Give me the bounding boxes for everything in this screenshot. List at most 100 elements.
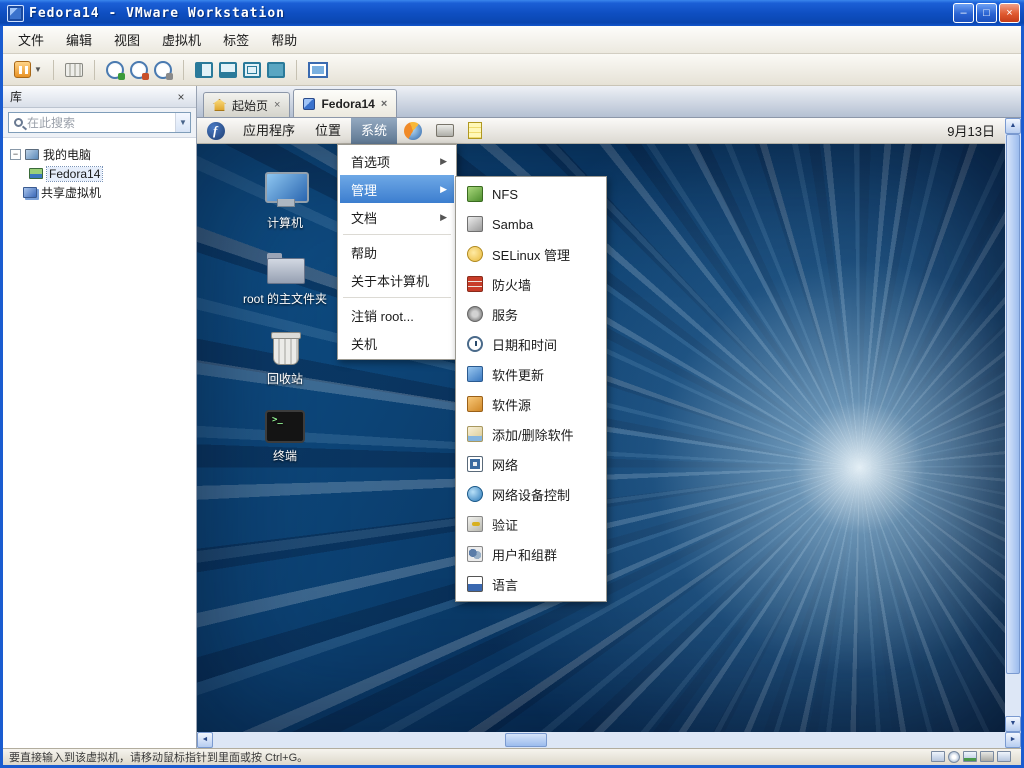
scroll-up-button[interactable]: ▲ — [1005, 118, 1021, 134]
send-ctrl-alt-del-button[interactable] — [62, 61, 86, 79]
admin-item-samba[interactable]: Samba — [458, 209, 604, 239]
admin-item-firewall[interactable]: 防火墙 — [458, 269, 604, 299]
firewall-icon — [467, 276, 483, 292]
menu-view[interactable]: 视图 — [103, 26, 151, 53]
usb-status-icon[interactable] — [997, 751, 1011, 762]
system-menu-item-logout[interactable]: 注销 root... — [340, 301, 454, 329]
sound-status-icon[interactable] — [980, 751, 994, 762]
network-device-icon — [467, 486, 483, 502]
desktop-icon-terminal[interactable]: 终端 — [225, 410, 345, 464]
administration-submenu: NFS Samba SELinux 管理 防火墙 服务 日期和时间 软件更新 软… — [455, 176, 607, 602]
unity-view-button[interactable] — [264, 60, 288, 80]
search-dropdown-button[interactable]: ▼ — [175, 113, 190, 132]
cdrom-status-icon[interactable] — [948, 751, 960, 763]
tree-item-my-computer[interactable]: − 我的电脑 — [7, 145, 192, 164]
search-box[interactable]: ▼ — [8, 112, 191, 133]
tab-fedora14[interactable]: Fedora14 × — [293, 89, 398, 117]
revert-snapshot-button[interactable] — [127, 59, 151, 81]
system-menu-item-preferences[interactable]: 首选项 ▶ — [340, 147, 454, 175]
menu-edit[interactable]: 编辑 — [55, 26, 103, 53]
admin-item-label: SELinux 管理 — [492, 247, 571, 263]
tab-home[interactable]: 起始页 × — [203, 92, 291, 117]
show-thumbnail-bar-button[interactable] — [216, 60, 240, 80]
tab-close-icon[interactable]: × — [381, 98, 387, 110]
search-input[interactable] — [27, 115, 175, 130]
snapshot-manager-button[interactable] — [151, 59, 175, 81]
status-bar: 要直接输入到该虚拟机，请移动鼠标指针到里面或按 Ctrl+G。 — [3, 748, 1021, 765]
window-controls: – □ × — [953, 3, 1020, 23]
admin-item-software-sources[interactable]: 软件源 — [458, 389, 604, 419]
admin-item-add-remove-software[interactable]: 添加/删除软件 — [458, 419, 604, 449]
notes-icon[interactable] — [468, 122, 483, 139]
system-menu-item-help[interactable]: 帮助 — [340, 238, 454, 266]
snapshot-manager-icon — [153, 60, 173, 80]
system-menu-item-documentation[interactable]: 文档 ▶ — [340, 203, 454, 231]
admin-item-language[interactable]: 语言 — [458, 569, 604, 599]
panel-menu-applications[interactable]: 应用程序 — [233, 118, 305, 144]
screenshot-tool-icon[interactable] — [436, 124, 455, 137]
admin-item-label: 网络设备控制 — [492, 487, 571, 503]
tree-item-shared-vms[interactable]: 共享虚拟机 — [7, 183, 192, 202]
panel-menu-places[interactable]: 位置 — [305, 118, 351, 144]
harddisk-status-icon[interactable] — [931, 751, 945, 762]
system-menu-item-shutdown[interactable]: 关机 — [340, 329, 454, 357]
tree-item-fedora14[interactable]: Fedora14 — [7, 164, 192, 183]
show-library-button[interactable] — [192, 60, 216, 80]
title-bar[interactable]: Fedora14 - VMware Workstation – □ × — [0, 0, 1024, 26]
power-icon — [14, 61, 31, 78]
trash-icon — [262, 328, 308, 366]
library-close-button[interactable]: × — [173, 90, 189, 104]
network-icon — [467, 456, 483, 472]
firefox-icon[interactable] — [404, 121, 423, 140]
desktop-icon-root-home[interactable]: root 的主文件夹 — [225, 250, 345, 307]
minimize-button[interactable]: – — [953, 3, 974, 23]
admin-item-network-device-control[interactable]: 网络设备控制 — [458, 479, 604, 509]
desktop-icon-computer[interactable]: 计算机 — [225, 172, 345, 231]
panel-menu-system[interactable]: 系统 — [351, 118, 398, 144]
search-icon — [14, 118, 23, 127]
close-button[interactable]: × — [999, 3, 1020, 23]
tab-label: 起始页 — [232, 98, 269, 113]
vertical-scrollbar[interactable]: ▲ ▼ — [1005, 118, 1021, 732]
admin-item-label: 语言 — [492, 577, 519, 593]
system-menu-item-about[interactable]: 关于本计算机 — [340, 266, 454, 294]
vmware-logo-icon — [7, 4, 24, 22]
vm-console-view[interactable]: 应用程序 位置 系统 9月13日 计算机 root — [197, 118, 1021, 732]
fullscreen-button[interactable] — [305, 60, 331, 80]
admin-item-network[interactable]: 网络 — [458, 449, 604, 479]
admin-item-selinux[interactable]: SELinux 管理 — [458, 239, 604, 269]
vertical-scroll-thumb[interactable] — [1006, 134, 1020, 674]
fedora-menu-icon[interactable] — [207, 121, 225, 140]
menu-item-label: 首选项 — [351, 154, 391, 170]
menu-tabs[interactable]: 标签 — [212, 26, 260, 53]
scroll-left-button[interactable]: ◄ — [197, 732, 213, 748]
tab-close-icon[interactable]: × — [274, 99, 280, 111]
admin-item-label: 软件更新 — [492, 367, 545, 383]
tree-label: Fedora14 — [45, 165, 104, 182]
horizontal-scroll-thumb[interactable] — [505, 733, 547, 747]
admin-item-nfs[interactable]: NFS — [458, 179, 604, 209]
maximize-button[interactable]: □ — [976, 3, 997, 23]
expander-icon[interactable]: − — [10, 149, 21, 160]
network-status-icon[interactable] — [963, 751, 977, 762]
menu-file[interactable]: 文件 — [7, 26, 55, 53]
menu-vm[interactable]: 虚拟机 — [151, 26, 212, 53]
scroll-down-button[interactable]: ▼ — [1005, 716, 1021, 732]
horizontal-scrollbar[interactable]: ◄ ► — [197, 732, 1021, 748]
admin-item-label: 防火墙 — [492, 277, 532, 293]
desktop-icon-trash[interactable]: 回收站 — [225, 328, 345, 387]
console-view-button[interactable] — [240, 60, 264, 80]
system-menu-item-administration[interactable]: 管理 ▶ — [340, 175, 454, 203]
admin-item-software-update[interactable]: 软件更新 — [458, 359, 604, 389]
take-snapshot-button[interactable] — [103, 59, 127, 81]
menu-help[interactable]: 帮助 — [260, 26, 308, 53]
library-sidebar: 库 × ▼ − 我的电脑 Fedora14 共享虚拟机 — [3, 86, 197, 748]
nfs-icon — [467, 186, 483, 202]
scroll-right-button[interactable]: ► — [1005, 732, 1021, 748]
power-options-button[interactable]: ▼ — [11, 59, 45, 80]
admin-item-users-groups[interactable]: 用户和组群 — [458, 539, 604, 569]
admin-item-services[interactable]: 服务 — [458, 299, 604, 329]
admin-item-authentication[interactable]: 验证 — [458, 509, 604, 539]
admin-item-date-time[interactable]: 日期和时间 — [458, 329, 604, 359]
panel-clock[interactable]: 9月13日 — [947, 121, 1005, 140]
